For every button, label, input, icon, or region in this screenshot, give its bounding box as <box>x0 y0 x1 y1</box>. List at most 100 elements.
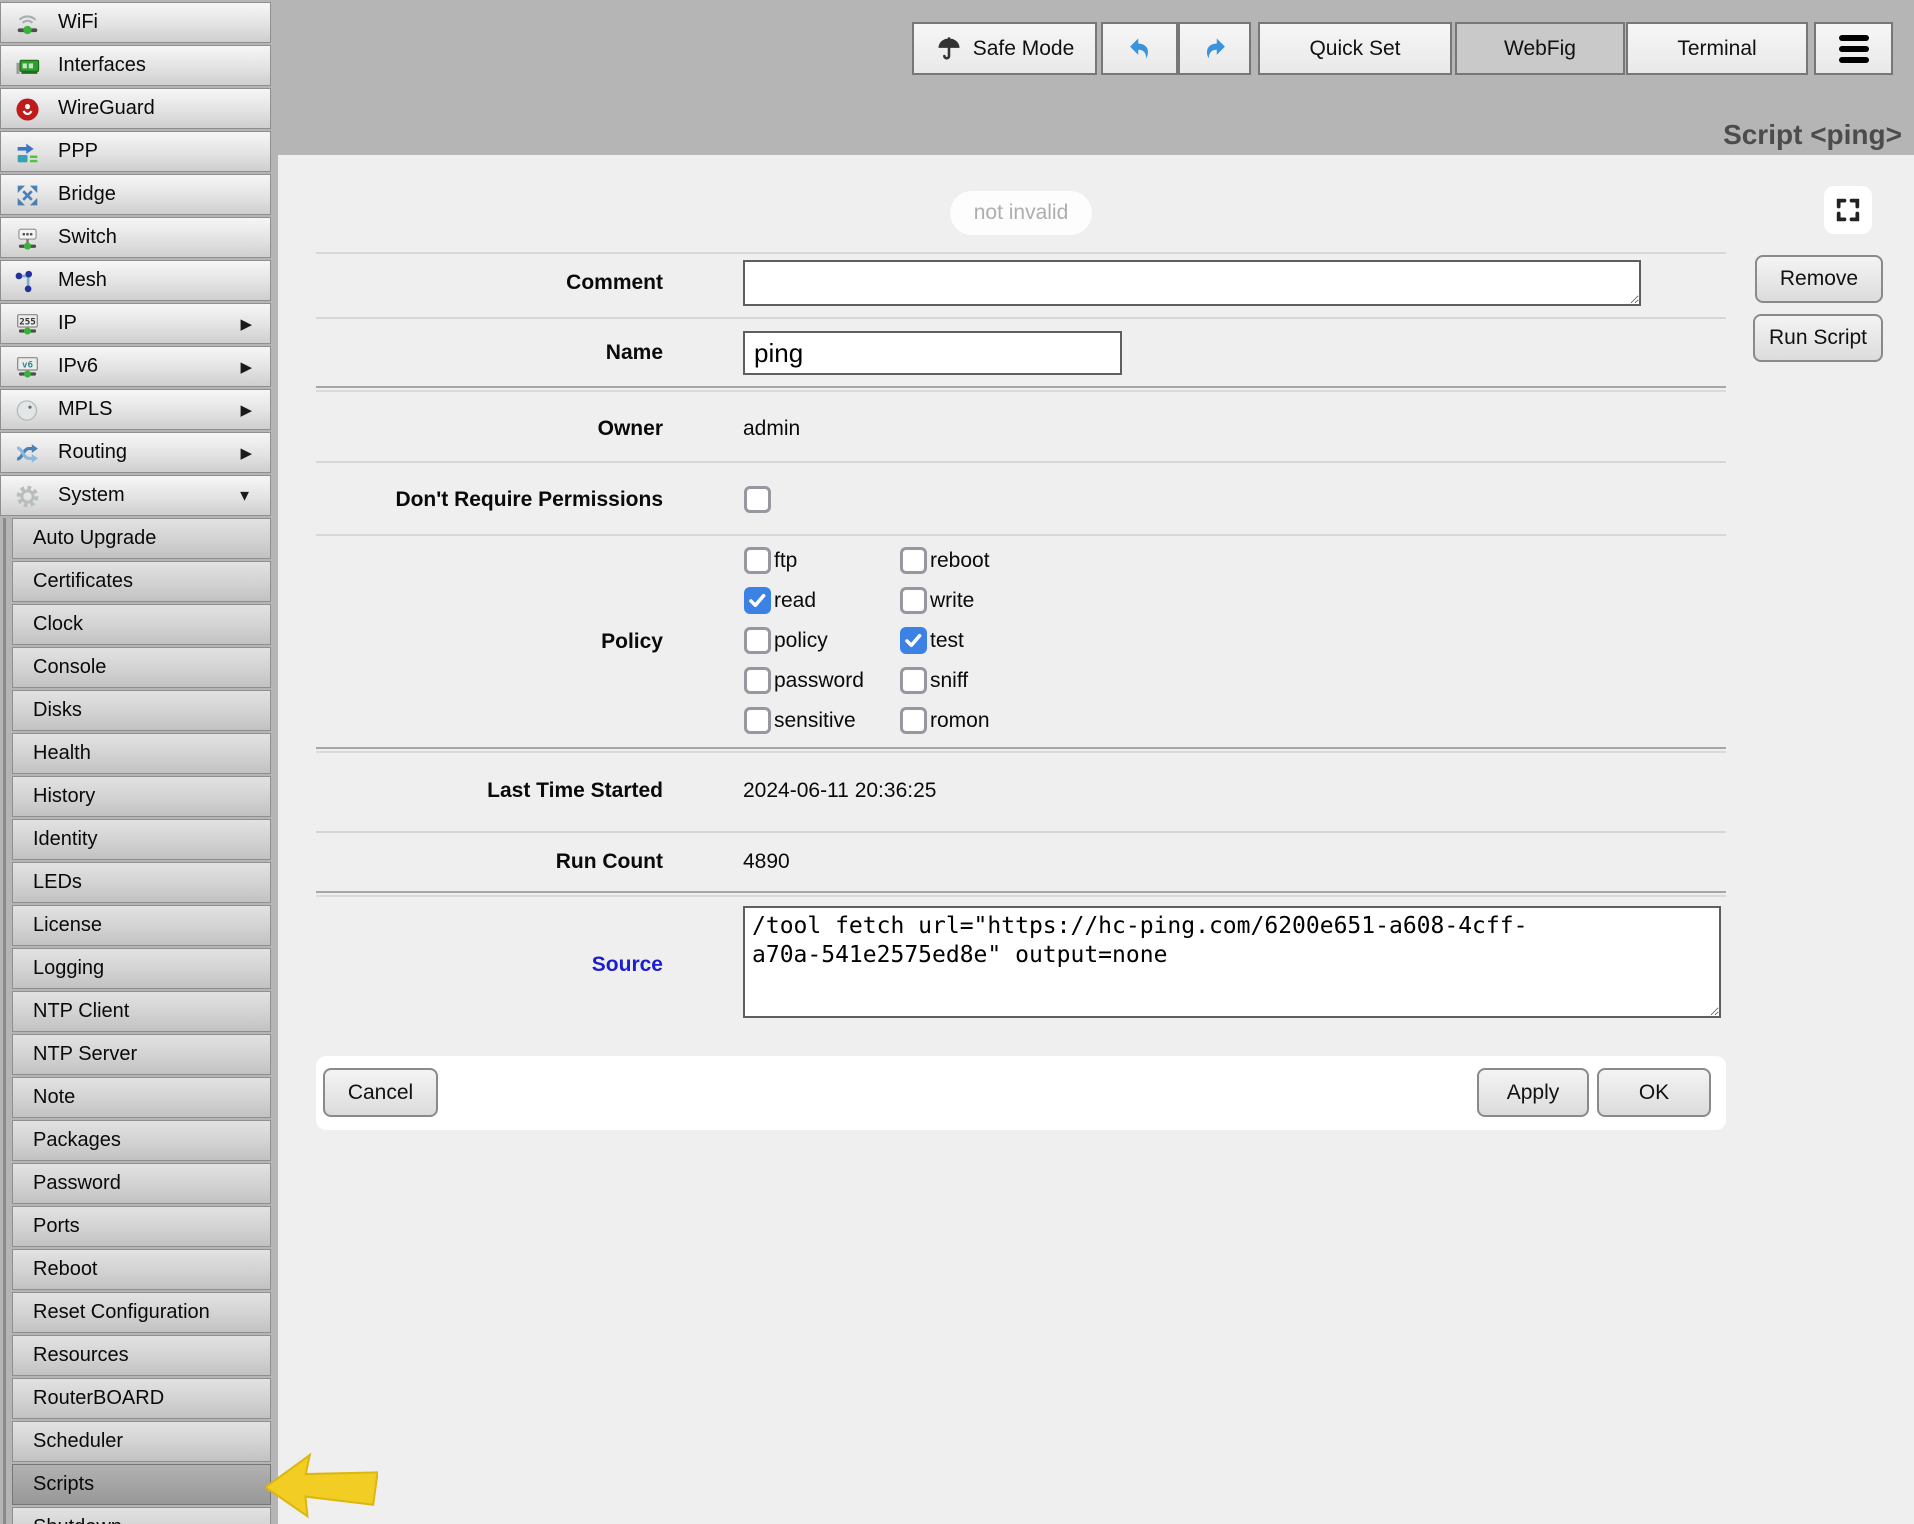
sidebar-item-routerboard[interactable]: RouterBOARD <box>12 1378 271 1419</box>
sidebar-item-disks[interactable]: Disks <box>12 690 271 731</box>
sidebar-item-switch[interactable]: Switch <box>0 217 271 258</box>
sidebar-item-label: MPLS <box>58 398 112 421</box>
sidebar-item-label: WireGuard <box>58 97 155 120</box>
sidebar-item-bridge[interactable]: Bridge <box>0 174 271 215</box>
policy-option-label: write <box>930 589 974 613</box>
sidebar-item-label: Certificates <box>33 570 133 593</box>
owner-value: admin <box>743 415 800 443</box>
sidebar-item-wireguard[interactable]: WireGuard <box>0 88 271 129</box>
sidebar-item-ipv6[interactable]: v6IPv6▶ <box>0 346 271 387</box>
comment-input[interactable] <box>743 260 1641 306</box>
sidebar-item-label: Scheduler <box>33 1430 123 1453</box>
sidebar-item-ip[interactable]: 255IP▶ <box>0 303 271 344</box>
fullscreen-button[interactable] <box>1824 186 1872 234</box>
name-input[interactable] <box>743 331 1122 375</box>
run-count-value: 4890 <box>743 848 790 876</box>
sidebar-item-interfaces[interactable]: Interfaces <box>0 45 271 86</box>
sidebar-item-reboot[interactable]: Reboot <box>12 1249 271 1290</box>
dont-require-permissions-checkbox[interactable] <box>744 486 771 513</box>
menu-button[interactable] <box>1814 22 1893 75</box>
sidebar-item-ppp[interactable]: PPP <box>0 131 271 172</box>
sidebar-item-health[interactable]: Health <box>12 733 271 774</box>
policy-checkbox-write[interactable] <box>900 587 927 614</box>
sidebar-item-console[interactable]: Console <box>12 647 271 688</box>
sidebar-item-packages[interactable]: Packages <box>12 1120 271 1161</box>
sidebar-item-auto-upgrade[interactable]: Auto Upgrade <box>12 518 271 559</box>
chevron-right-icon: ▶ <box>240 315 252 333</box>
sidebar-item-mesh[interactable]: Mesh <box>0 260 271 301</box>
sidebar-item-leds[interactable]: LEDs <box>12 862 271 903</box>
sidebar-item-identity[interactable]: Identity <box>12 819 271 860</box>
sidebar-item-resources[interactable]: Resources <box>12 1335 271 1376</box>
divider <box>316 252 1726 254</box>
redo-button[interactable] <box>1178 22 1251 75</box>
sidebar-top: WiFiInterfaces WireGuard PPPBridgeSwitchMe… <box>0 2 274 516</box>
sidebar-item-scripts[interactable]: Scripts <box>12 1464 271 1505</box>
sidebar-item-label: License <box>33 914 102 937</box>
remove-button[interactable]: Remove <box>1755 255 1883 303</box>
policy-checkbox-test[interactable] <box>900 627 927 654</box>
sidebar-item-label: Shutdown <box>33 1516 122 1524</box>
sidebar-item-logging[interactable]: Logging <box>12 948 271 989</box>
policy-option-ftp: ftp <box>744 547 900 574</box>
sidebar-item-reset-configuration[interactable]: Reset Configuration <box>12 1292 271 1333</box>
sidebar-item-ntp-client[interactable]: NTP Client <box>12 991 271 1032</box>
policy-option-password: password <box>744 667 900 694</box>
sidebar-item-shutdown[interactable]: Shutdown <box>12 1507 271 1524</box>
policy-option-test: test <box>900 627 1080 654</box>
sidebar-item-certificates[interactable]: Certificates <box>12 561 271 602</box>
policy-checkbox-read[interactable] <box>744 587 771 614</box>
owner-label: Owner <box>278 415 663 443</box>
policy-option-label: ftp <box>774 549 797 573</box>
divider <box>316 747 1726 753</box>
policy-checkbox-romon[interactable] <box>900 707 927 734</box>
sidebar-item-ports[interactable]: Ports <box>12 1206 271 1247</box>
policy-checkbox-sensitive[interactable] <box>744 707 771 734</box>
quick-set-tab[interactable]: Quick Set <box>1258 22 1452 75</box>
sidebar-item-ntp-server[interactable]: NTP Server <box>12 1034 271 1075</box>
policy-checkbox-policy[interactable] <box>744 627 771 654</box>
webfig-label: WebFig <box>1504 37 1576 61</box>
ok-button[interactable]: OK <box>1597 1068 1711 1117</box>
policy-option-reboot: reboot <box>900 547 1080 574</box>
ip-icon: 255 <box>14 311 41 338</box>
safe-mode-button[interactable]: Safe Mode <box>912 22 1097 75</box>
policy-grid: ftprebootreadwritepolicytestpasswordsnif… <box>744 547 1080 734</box>
sidebar-item-mpls[interactable]: MPLS ▶ <box>0 389 271 430</box>
fullscreen-icon <box>1834 196 1862 224</box>
divider <box>316 386 1726 392</box>
sidebar-item-label: Routing <box>58 441 127 464</box>
sidebar-item-label: History <box>33 785 95 808</box>
policy-checkbox-reboot[interactable] <box>900 547 927 574</box>
chevron-right-icon: ▶ <box>240 401 252 419</box>
policy-checkbox-sniff[interactable] <box>900 667 927 694</box>
sidebar-item-history[interactable]: History <box>12 776 271 817</box>
sidebar-item-note[interactable]: Note <box>12 1077 271 1118</box>
chevron-right-icon: ▶ <box>240 358 252 376</box>
svg-text:v6: v6 <box>22 359 34 370</box>
sidebar-item-license[interactable]: License <box>12 905 271 946</box>
undo-button[interactable] <box>1101 22 1178 75</box>
cancel-button[interactable]: Cancel <box>323 1068 438 1117</box>
safe-mode-label: Safe Mode <box>973 37 1075 61</box>
sidebar-item-scheduler[interactable]: Scheduler <box>12 1421 271 1462</box>
source-input[interactable]: /tool fetch url="https://hc-ping.com/620… <box>743 906 1721 1018</box>
run-script-button[interactable]: Run Script <box>1753 314 1883 362</box>
apply-button[interactable]: Apply <box>1477 1068 1589 1117</box>
terminal-tab[interactable]: Terminal <box>1626 22 1808 75</box>
sidebar-item-system[interactable]: System▼ <box>0 475 271 516</box>
chevron-down-icon: ▼ <box>237 487 252 504</box>
policy-checkbox-ftp[interactable] <box>744 547 771 574</box>
sidebar-item-password[interactable]: Password <box>12 1163 271 1204</box>
sidebar-item-label: Identity <box>33 828 97 851</box>
sidebar-item-routing[interactable]: Routing▶ <box>0 432 271 473</box>
webfig-tab[interactable]: WebFig <box>1455 22 1625 75</box>
policy-checkbox-password[interactable] <box>744 667 771 694</box>
sidebar-item-wifi[interactable]: WiFi <box>0 2 271 43</box>
ppp-icon <box>14 139 41 166</box>
sidebar-item-label: NTP Server <box>33 1043 137 1066</box>
sidebar-item-label: RouterBOARD <box>33 1387 164 1410</box>
divider <box>316 534 1726 536</box>
sidebar-item-clock[interactable]: Clock <box>12 604 271 645</box>
sidebar-item-label: LEDs <box>33 871 82 894</box>
